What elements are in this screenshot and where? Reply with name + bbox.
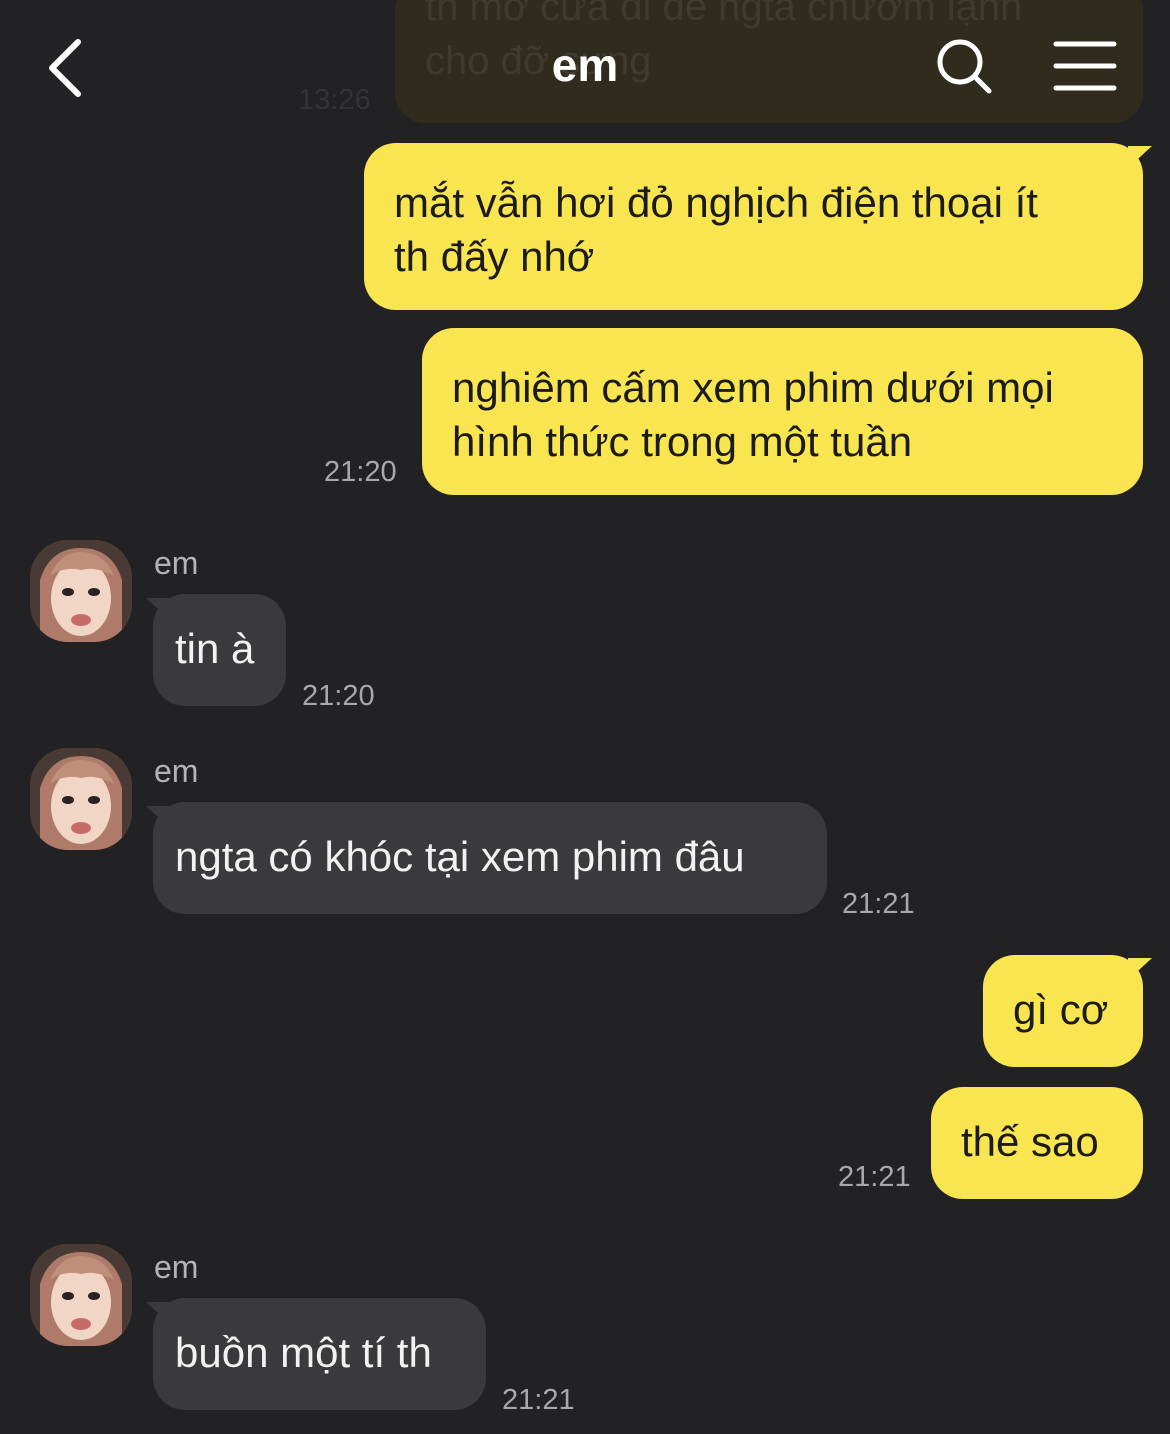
message-text-line: gì cơ: [1013, 986, 1109, 1033]
search-button[interactable]: [932, 36, 996, 96]
message-text-line: tin à: [175, 625, 255, 672]
avatar-image: [30, 540, 132, 642]
incoming-message-bubble[interactable]: buồn một tí th: [153, 1298, 486, 1410]
bubble-tail: [1128, 146, 1152, 168]
message-text-line: hình thức trong một tuần: [452, 418, 913, 465]
message-text-line: nghiêm cấm xem phim dưới mọi: [452, 364, 1054, 411]
outgoing-message-bubble[interactable]: nghiêm cấm xem phim dưới mọi hình thức t…: [422, 328, 1143, 495]
message-timestamp: 21:21: [502, 1384, 575, 1416]
message-text-line: th đấy nhớ: [394, 233, 595, 280]
incoming-message-bubble[interactable]: tin à: [153, 594, 286, 706]
avatar-image: [30, 1244, 132, 1346]
outgoing-message-bubble[interactable]: thế sao: [931, 1087, 1143, 1199]
chat-view[interactable]: th mở cửa đi để ngta chườm lạnh cho đỡ s…: [0, 0, 1170, 1434]
search-icon: [937, 39, 992, 94]
outgoing-message-bubble[interactable]: mắt vẫn hơi đỏ nghịch điện thoại ít th đ…: [364, 143, 1143, 310]
sender-name: em: [154, 1249, 199, 1285]
message-timestamp: 21:21: [838, 1161, 911, 1193]
sender-name: em: [154, 753, 199, 789]
avatar-image: [30, 748, 132, 850]
message-text-line: thế sao: [961, 1118, 1099, 1165]
message-timestamp: 21:20: [324, 456, 397, 488]
hamburger-menu-icon: [1053, 41, 1117, 91]
message-timestamp: 21:20: [302, 680, 375, 712]
message-timestamp: 21:21: [842, 888, 915, 920]
message-text-line: buồn một tí th: [175, 1329, 432, 1376]
message-text-line: ngta có khóc tại xem phim đâu: [175, 833, 745, 880]
bubble-tail: [1128, 958, 1152, 980]
outgoing-message-bubble[interactable]: gì cơ: [983, 955, 1143, 1067]
avatar[interactable]: [30, 748, 132, 850]
menu-button[interactable]: [1050, 38, 1120, 94]
message-text-line: mắt vẫn hơi đỏ nghịch điện thoại ít: [394, 179, 1038, 226]
incoming-message-bubble[interactable]: ngta có khóc tại xem phim đâu: [153, 802, 827, 914]
sender-name: em: [154, 545, 199, 581]
avatar[interactable]: [30, 1244, 132, 1346]
avatar[interactable]: [30, 540, 132, 642]
chat-header: em: [0, 0, 1170, 130]
